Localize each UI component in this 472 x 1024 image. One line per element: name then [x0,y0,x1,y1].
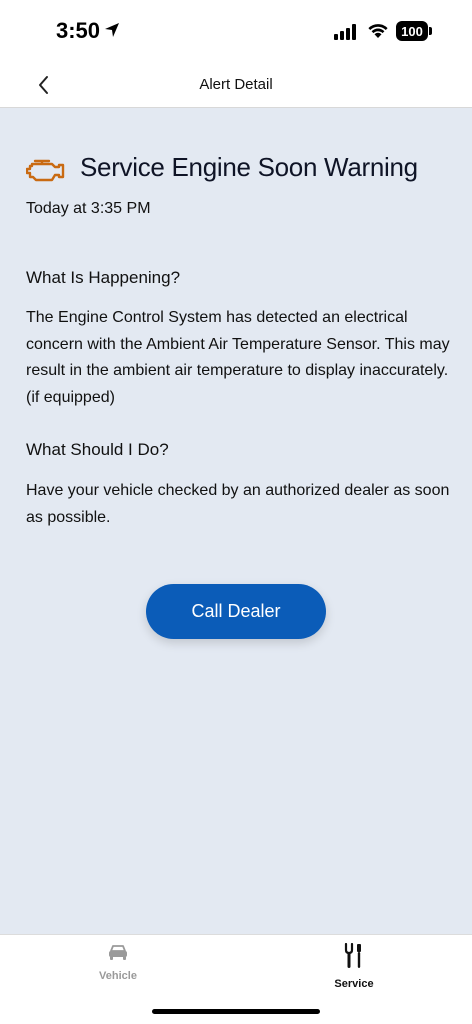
navigation-bar: Alert Detail [0,62,472,108]
status-bar: 3:50 100 [0,0,472,62]
cellular-signal-icon [334,24,356,40]
tab-service-label: Service [334,978,374,990]
section-body-happening: The Engine Control System has detected a… [26,309,450,406]
alert-detail-content: Service Engine Soon Warning Today at 3:3… [0,108,472,934]
wifi-icon [368,24,388,38]
battery-level: 100 [396,21,428,41]
tab-vehicle-label: Vehicle [99,970,137,982]
section-body-what-to-do: Have your vehicle checked by an authoriz… [26,482,450,526]
battery-indicator: 100 [396,21,432,41]
location-arrow-icon [105,23,119,37]
car-icon [109,945,127,960]
tools-icon [344,942,361,968]
battery-tip [429,27,432,35]
section-heading-what-to-do: What Should I Do? [26,440,169,459]
home-indicator[interactable] [152,1009,320,1014]
alert-title: Service Engine Soon Warning [80,152,418,182]
tab-vehicle[interactable]: Vehicle [68,943,168,982]
check-engine-icon [26,159,65,182]
page-title: Alert Detail [199,76,273,93]
tab-service[interactable]: Service [304,942,404,990]
call-dealer-button[interactable]: Call Dealer [146,584,326,639]
alert-timestamp: Today at 3:35 PM [26,200,151,217]
section-heading-happening: What Is Happening? [26,268,181,287]
status-time: 3:50 [56,18,101,43]
